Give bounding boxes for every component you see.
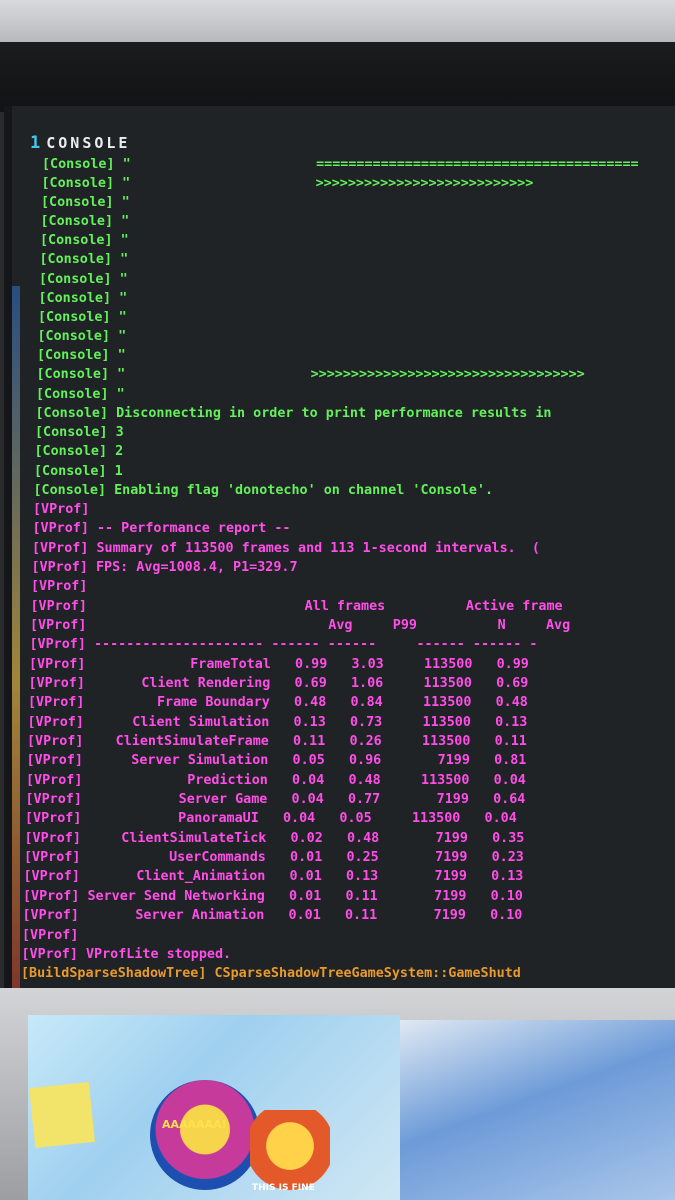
fire-sticker-text: THIS IS FINE (252, 1183, 315, 1193)
vprof-log-line: [VProf] --------------------- ------ ---… (29, 637, 538, 653)
system-log-line: [BuildSparseShadowTree] CSparseShadowTre… (21, 966, 521, 982)
vprof-log-line: [VProf] UserCommands 0.01 0.25 7199 0.23 (24, 850, 524, 866)
vprof-log-line: [VProf] (33, 502, 90, 518)
console-log-line: [Console] 3 (35, 425, 124, 441)
console-log-line: [Console] " (36, 386, 125, 402)
vprof-log-line: [VProf] VProfLite stopped. (21, 946, 232, 962)
vprof-log-line: [VProf] All frames Active frame (30, 598, 563, 614)
console-header: 1 CONSOLE (30, 133, 131, 153)
vprof-log-line: [VProf] ClientSimulateFrame 0.11 0.26 11… (27, 733, 527, 749)
console-log-line: [Console] " (41, 195, 130, 211)
console-log-line: [Console] 1 (34, 463, 123, 479)
console-log-line: [Console] " (38, 309, 127, 325)
console-log-line: [Console] " (40, 233, 129, 249)
vprof-log-line: [VProf] Avg P99 N Avg (30, 617, 571, 633)
console-log-line: [Console] " (39, 271, 128, 287)
console-log-line: [Console] Enabling flag 'donotecho' on c… (33, 482, 494, 498)
console-log-line: [Console] " >>>>>>>>>>>>>>>>>>>>>>>>>>> (41, 176, 534, 191)
vprof-log-line: [VProf] ClientSimulateTick 0.02 0.48 719… (24, 830, 525, 846)
vprof-log-line: [VProf] Server Simulation 0.05 0.96 7199… (26, 753, 527, 769)
console-log-line: [Console] Disconnecting in order to prin… (35, 405, 552, 421)
background-desktop-strip (12, 286, 20, 988)
console-log-line: [Console] " (39, 252, 129, 268)
vprof-log-line: [VProf] Server Game 0.04 0.77 7199 0.64 (25, 791, 526, 807)
console-log-line: [Console] " (37, 348, 126, 364)
console-log-line: [Console] " (38, 290, 128, 306)
sticky-note (29, 1082, 95, 1148)
background-screen (400, 1020, 675, 1200)
vprof-log-line: [VProf] Client Rendering 0.69 1.06 11350… (28, 675, 529, 691)
console-window: 1 CONSOLE [Console] " ==================… (4, 106, 675, 988)
mascot-sticker-text: AAAAAAA! (162, 1118, 227, 1131)
vprof-log-line: [VProf] Server Send Networking 0.01 0.11… (23, 888, 523, 904)
vprof-log-line: [VProf] Frame Boundary 0.48 0.84 113500 … (28, 695, 528, 711)
vprof-log-line: [VProf] Server Animation 0.01 0.11 7199 … (22, 908, 523, 924)
console-log-line: [Console] " ============================… (42, 157, 639, 172)
vprof-log-line: [VProf] FPS: Avg=1008.4, P1=329.7 (31, 559, 298, 575)
vprof-log-line: [VProf] Summary of 113500 frames and 113… (32, 540, 540, 556)
vprof-log-line: [VProf] Client_Animation 0.01 0.13 7199 … (23, 869, 524, 885)
vprof-log-line: [VProf] Client Simulation 0.13 0.73 1135… (27, 714, 528, 730)
console-log-line: [Console] 2 (34, 444, 124, 460)
monitor-bezel (0, 42, 675, 112)
console-title: CONSOLE (46, 134, 131, 152)
mascot-sticker (150, 1080, 260, 1190)
vprof-log-line: [VProf] (31, 579, 88, 595)
vprof-log-line: [VProf] PanoramaUI 0.04 0.05 113500 0.04 (25, 811, 517, 827)
console-tab-number[interactable]: 1 (30, 133, 40, 153)
vprof-log-line: [VProf] Prediction 0.04 0.48 113500 0.04 (26, 772, 526, 788)
console-log-line: [Console] " >>>>>>>>>>>>>>>>>>>>>>>>>>>>… (36, 367, 585, 383)
console-log-line: [Console] " (40, 214, 130, 230)
vprof-log-line: [VProf] (22, 927, 79, 943)
console-log-line: [Console] " (37, 329, 127, 345)
vprof-log-line: [VProf] -- Performance report -- (32, 521, 291, 537)
vprof-log-line: [VProf] FrameTotal 0.99 3.03 113500 0.99 (29, 656, 529, 672)
